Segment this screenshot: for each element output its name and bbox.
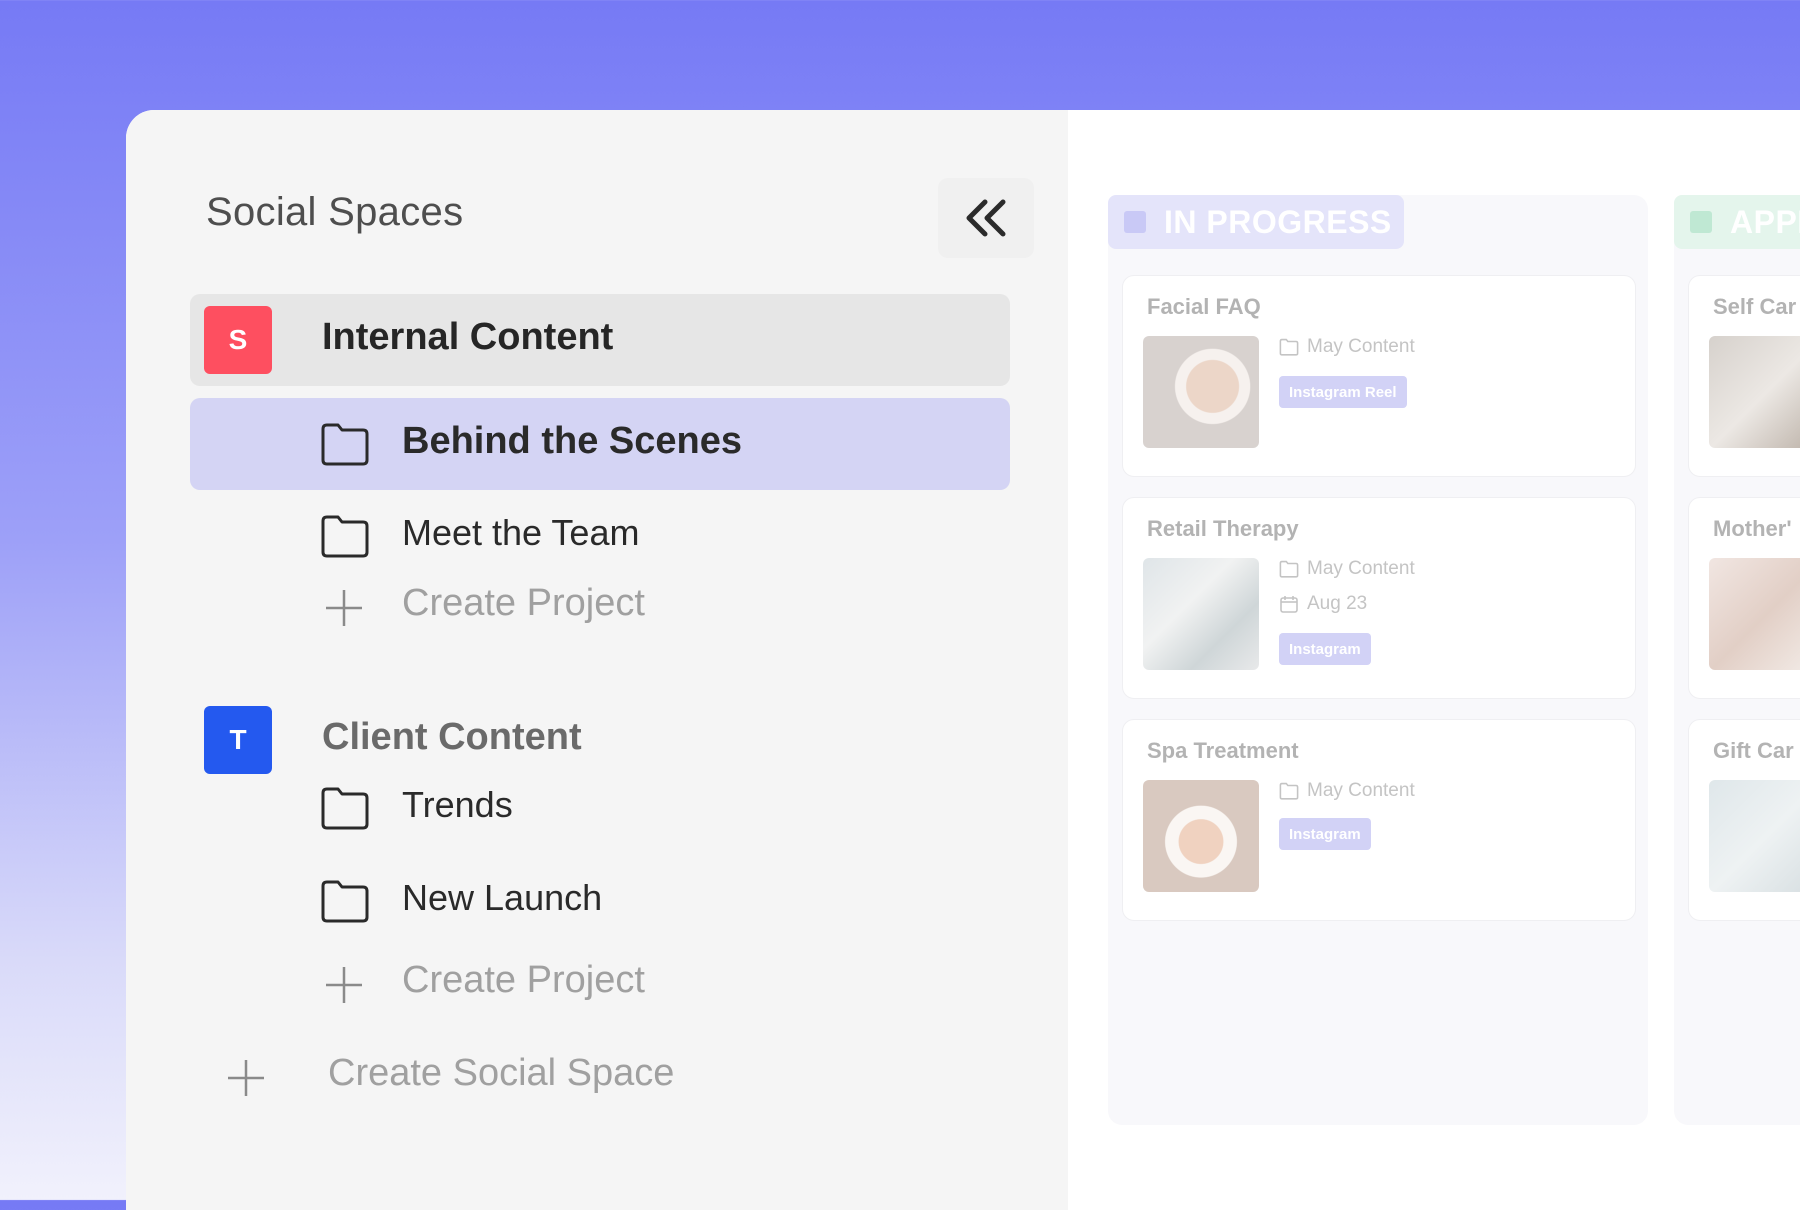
card-retail-therapy[interactable]: Retail Therapy May Content Aug 23 Instag… xyxy=(1122,497,1636,699)
folder-icon xyxy=(1279,782,1299,800)
space-name: Client Content xyxy=(322,716,582,758)
card-thumbnail xyxy=(1709,336,1800,448)
project-label: Behind the Scenes xyxy=(402,420,742,462)
plus-icon xyxy=(326,967,362,1003)
project-label: New Launch xyxy=(402,877,603,918)
card-folder-label: May Content xyxy=(1307,336,1415,357)
folder-icon xyxy=(321,423,369,466)
board-panel: IN PROGRESS Facial FAQ May Content Insta… xyxy=(1068,110,1800,1210)
folder-icon xyxy=(321,515,369,558)
project-meet-the-team[interactable]: Meet the Team xyxy=(190,490,1010,582)
app-window: Social Spaces S Internal Content Behind … xyxy=(126,110,1800,1210)
column-color-dot xyxy=(1124,211,1146,233)
folder-icon xyxy=(1279,560,1299,578)
card-folder-label: May Content xyxy=(1307,558,1415,579)
card-spa-treatment[interactable]: Spa Treatment May Content Instagram xyxy=(1122,719,1636,921)
card-thumbnail xyxy=(1143,780,1259,892)
column-header[interactable]: IN PROGRESS xyxy=(1108,195,1404,249)
card-folder-label: May Content xyxy=(1307,780,1415,801)
card-title: Mother' xyxy=(1713,516,1792,541)
card-mothers-day[interactable]: Mother' xyxy=(1688,497,1800,699)
calendar-icon xyxy=(1280,596,1298,613)
create-project-button[interactable]: Create Project xyxy=(402,582,645,625)
card-tag: Instagram Reel xyxy=(1279,376,1407,408)
card-title: Facial FAQ xyxy=(1147,294,1261,319)
folder-icon xyxy=(321,880,369,923)
card-self-care[interactable]: Self Car xyxy=(1688,275,1800,477)
project-trends[interactable]: Trends xyxy=(190,762,1010,854)
double-chevron-left-icon xyxy=(966,199,1006,237)
project-new-launch[interactable]: New Launch xyxy=(190,855,1010,947)
project-label: Trends xyxy=(402,784,513,825)
collapse-sidebar-button[interactable] xyxy=(938,178,1034,258)
card-gift-card[interactable]: Gift Car xyxy=(1688,719,1800,921)
card-title: Self Car xyxy=(1713,294,1797,319)
card-thumbnail xyxy=(1709,558,1800,670)
card-folder: May Content xyxy=(1279,336,1415,358)
card-title: Spa Treatment xyxy=(1147,738,1299,763)
column-title: APPR xyxy=(1730,203,1800,240)
column-title: IN PROGRESS xyxy=(1164,203,1392,240)
column-in-progress: IN PROGRESS Facial FAQ May Content Insta… xyxy=(1108,195,1648,1125)
column-header[interactable]: APPR xyxy=(1674,195,1800,249)
folder-icon xyxy=(321,787,369,830)
space-internal-content[interactable]: S Internal Content xyxy=(190,294,1010,386)
space-name: Internal Content xyxy=(322,316,614,358)
card-facial-faq[interactable]: Facial FAQ May Content Instagram Reel xyxy=(1122,275,1636,477)
card-title: Gift Car xyxy=(1713,738,1794,763)
plus-icon xyxy=(326,590,362,626)
card-tag: Instagram xyxy=(1279,818,1371,850)
space-badge: S xyxy=(204,306,272,374)
card-folder: May Content xyxy=(1279,780,1415,802)
card-date-label: Aug 23 xyxy=(1307,593,1368,614)
card-tag: Instagram xyxy=(1279,633,1371,665)
card-thumbnail xyxy=(1143,558,1259,670)
create-social-space-button[interactable]: Create Social Space xyxy=(328,1052,674,1095)
folder-icon xyxy=(1279,338,1299,356)
project-behind-the-scenes[interactable]: Behind the Scenes xyxy=(190,398,1010,490)
plus-icon xyxy=(228,1060,264,1096)
sidebar: Social Spaces S Internal Content Behind … xyxy=(126,110,1068,1210)
card-folder: May Content xyxy=(1279,558,1415,580)
card-date: Aug 23 xyxy=(1279,593,1367,615)
column-approved: APPR Self Car Mother' Gift Car xyxy=(1674,195,1800,1125)
project-label: Meet the Team xyxy=(402,512,640,553)
create-project-button[interactable]: Create Project xyxy=(402,959,645,1002)
column-color-dot xyxy=(1690,211,1712,233)
card-thumbnail xyxy=(1709,780,1800,892)
card-thumbnail xyxy=(1143,336,1259,448)
card-title: Retail Therapy xyxy=(1147,516,1299,541)
sidebar-title: Social Spaces xyxy=(206,190,464,234)
